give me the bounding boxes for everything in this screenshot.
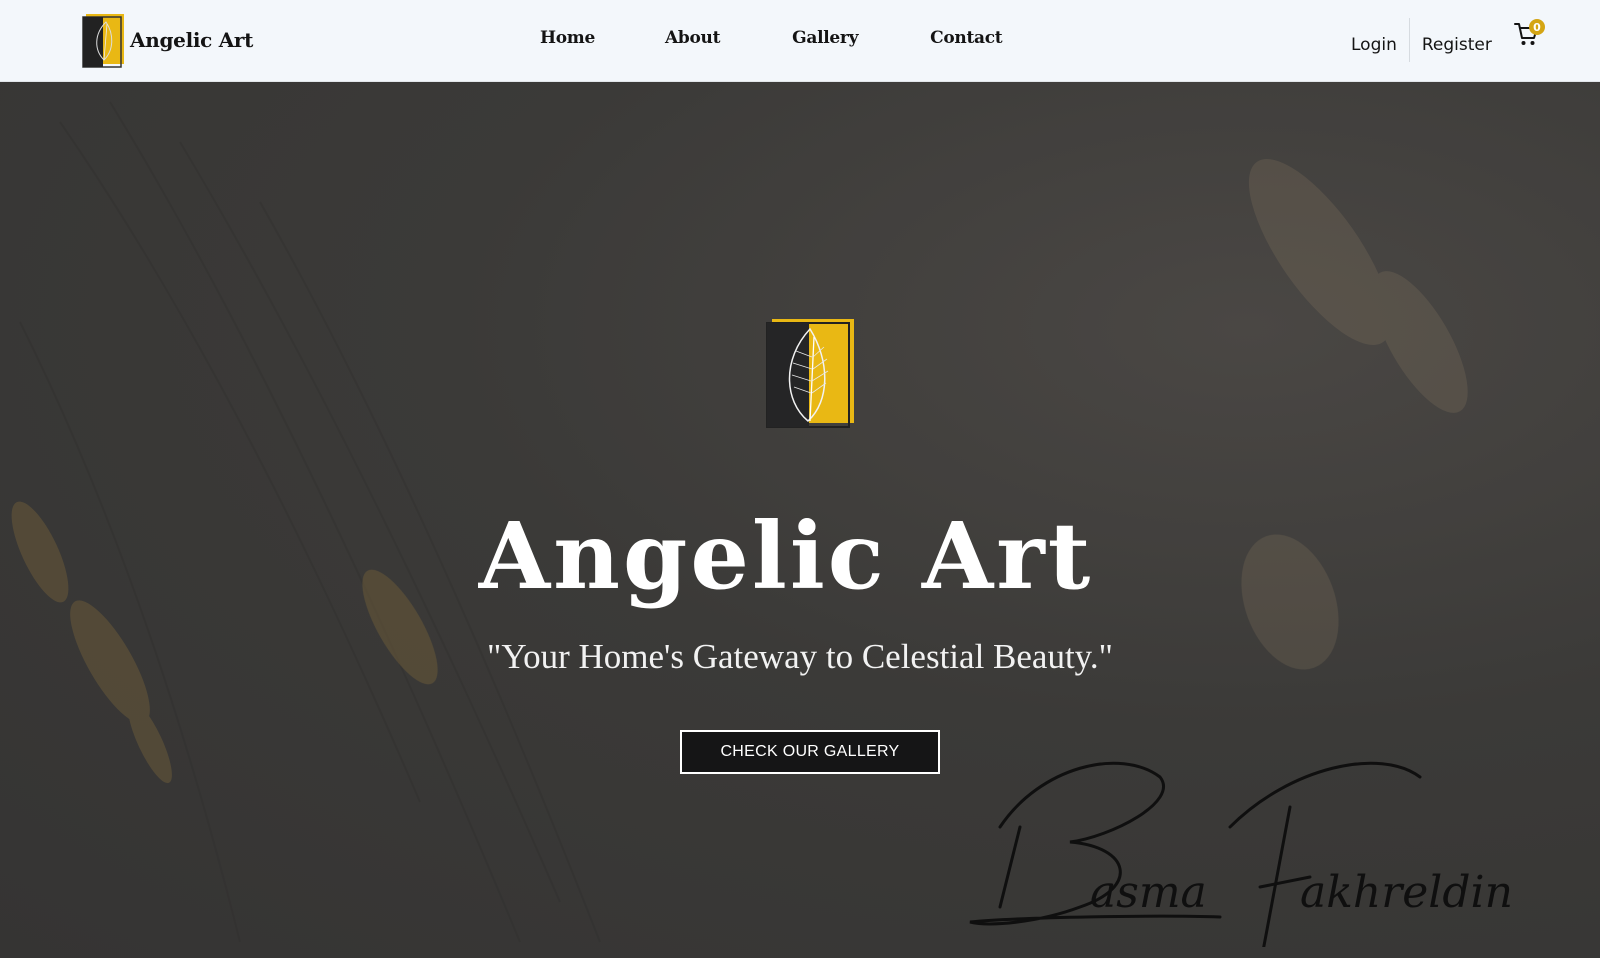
register-link[interactable]: Register	[1422, 35, 1492, 55]
main-nav: Home About Gallery Contact	[540, 28, 1052, 48]
auth-links: Login Register	[1351, 18, 1492, 62]
nav-contact[interactable]: Contact	[930, 28, 1003, 48]
brand-link[interactable]: Angelic Art	[82, 12, 253, 68]
hero-section: Angelic Art "Your Home's Gateway to Cele…	[0, 82, 1600, 958]
auth-divider	[1408, 18, 1410, 62]
brand-name: Angelic Art	[130, 28, 254, 52]
nav-gallery[interactable]: Gallery	[792, 28, 858, 48]
svg-text:asma: asma	[1090, 867, 1207, 918]
navbar: Angelic Art Home About Gallery Contact L…	[0, 0, 1600, 82]
login-link[interactable]: Login	[1351, 35, 1397, 55]
artist-signature: asma akhreldin	[969, 761, 1513, 947]
svg-text:akhreldin: akhreldin	[1300, 867, 1513, 918]
hero-tagline: "Your Home's Gateway to Celestial Beauty…	[487, 637, 1113, 676]
check-gallery-button[interactable]: CHECK OUR GALLERY	[680, 730, 940, 774]
hero-feather-logo-icon	[766, 319, 854, 428]
cart-count-badge: 0	[1529, 19, 1545, 35]
nav-about[interactable]: About	[665, 28, 720, 48]
nav-home[interactable]: Home	[540, 28, 595, 48]
cart-button[interactable]: 0	[1514, 19, 1545, 48]
feather-logo-icon	[82, 14, 124, 68]
hero-title: Angelic Art	[478, 502, 1094, 610]
